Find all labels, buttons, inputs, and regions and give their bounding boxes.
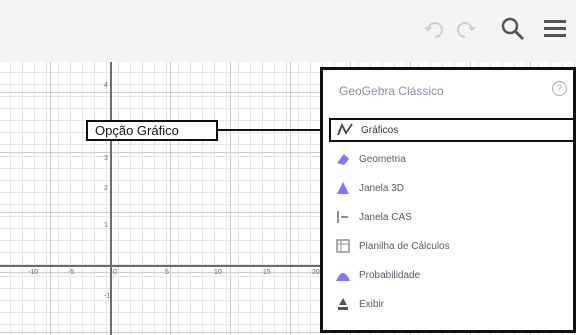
menu-item-label: Janela 3D xyxy=(359,182,405,194)
menu-item-janela-3d[interactable]: Janela 3D xyxy=(335,177,565,199)
menu-item-exibir[interactable]: Exibir xyxy=(335,293,565,315)
app-switcher-menu: GeoGebra Clássico ? Gráficos Geometria J… xyxy=(320,67,576,333)
callout-label: Opção Gráfico xyxy=(86,120,218,141)
x-tick: -10 xyxy=(28,269,39,276)
menu-item-label: Janela CAS xyxy=(359,211,412,223)
y-axis xyxy=(110,62,112,335)
callout-connector-line xyxy=(218,129,328,131)
3d-window-icon xyxy=(335,180,351,196)
x-tick: 20 xyxy=(312,269,320,276)
geometry-icon xyxy=(335,151,351,167)
undo-icon[interactable] xyxy=(420,14,450,44)
menu-item-planilha[interactable]: Planilha de Cálculos xyxy=(335,235,565,257)
menu-item-label: Exibir xyxy=(359,298,385,310)
exibir-icon xyxy=(335,296,351,312)
menu-item-label: Gráficos xyxy=(361,124,399,136)
menu-title: GeoGebra Clássico xyxy=(339,84,444,98)
y-tick: 3 xyxy=(104,155,108,162)
y-tick: 1 xyxy=(104,222,108,229)
menu-item-geometria[interactable]: Geometria xyxy=(335,148,565,170)
spreadsheet-icon xyxy=(335,238,351,254)
y-tick: -1 xyxy=(104,293,111,300)
hamburger-menu-icon[interactable] xyxy=(540,14,570,44)
menu-item-janela-cas[interactable]: Janela CAS xyxy=(335,206,565,228)
x-tick: 15 xyxy=(263,269,271,276)
menu-item-label: Planilha de Cálculos xyxy=(359,240,450,252)
menu-item-label: Probabilidade xyxy=(359,269,421,281)
probability-icon xyxy=(335,267,351,283)
x-tick: 0 xyxy=(113,269,117,276)
search-icon[interactable] xyxy=(498,14,528,44)
graphing-icon xyxy=(337,122,353,138)
x-tick: 5 xyxy=(165,269,169,276)
menu-item-probabilidade[interactable]: Probabilidade xyxy=(335,264,565,286)
redo-icon[interactable] xyxy=(450,14,480,44)
x-tick: -5 xyxy=(68,269,75,276)
y-tick: 2 xyxy=(104,185,108,192)
x-tick: 10 xyxy=(214,269,222,276)
help-icon[interactable]: ? xyxy=(552,81,567,96)
top-toolbar xyxy=(0,0,576,62)
menu-item-graficos[interactable]: Gráficos xyxy=(329,118,576,142)
y-tick: 4 xyxy=(104,82,108,89)
menu-item-label: Geometria xyxy=(359,153,406,165)
cas-icon xyxy=(335,209,351,225)
